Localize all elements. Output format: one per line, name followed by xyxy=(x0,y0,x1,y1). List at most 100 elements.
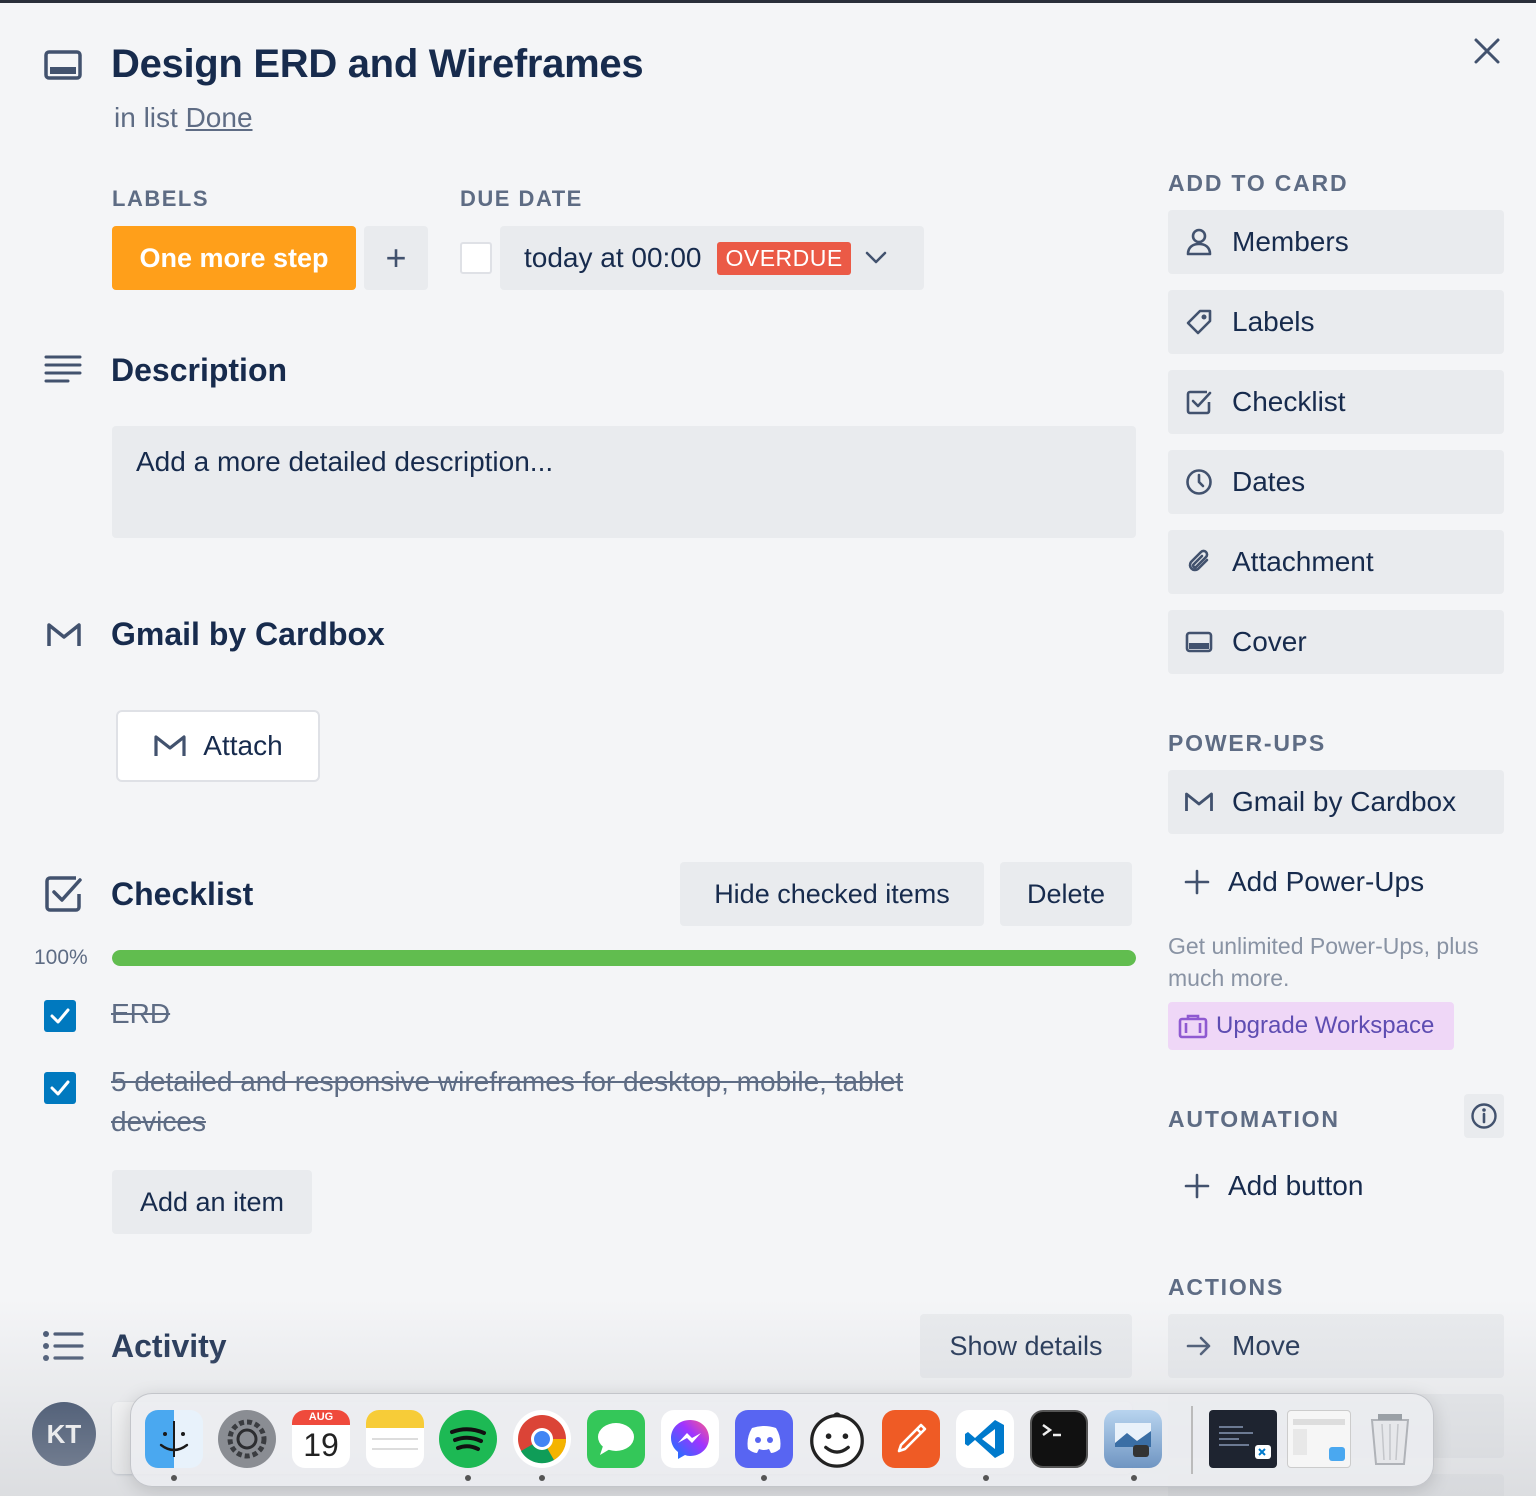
checklist-button[interactable]: Checklist xyxy=(1168,370,1504,434)
gmail-icon xyxy=(46,622,82,648)
preview-icon[interactable] xyxy=(1104,1410,1162,1468)
checklist-heading: Checklist xyxy=(111,876,254,912)
clock-icon xyxy=(1184,467,1214,497)
system-preferences-icon[interactable] xyxy=(218,1410,276,1468)
spotify-icon[interactable] xyxy=(439,1410,497,1468)
due-date-button[interactable]: today at 00:00 OVERDUE xyxy=(500,226,924,290)
checklist-progress-bar xyxy=(112,950,1136,966)
automation-heading: AUTOMATION xyxy=(1168,1106,1340,1132)
attach-label: Attach xyxy=(203,730,283,761)
plus-icon xyxy=(1184,1173,1210,1199)
due-date-heading: DUE DATE xyxy=(460,186,583,211)
labels-heading: LABELS xyxy=(112,186,209,211)
actions-heading: ACTIONS xyxy=(1168,1274,1285,1300)
show-details-button[interactable]: Show details xyxy=(920,1314,1132,1378)
running-indicator xyxy=(539,1475,545,1481)
overdue-badge: OVERDUE xyxy=(717,241,851,275)
vscode-icon[interactable] xyxy=(956,1410,1014,1468)
add-powerups-button[interactable]: Add Power-Ups xyxy=(1168,850,1504,914)
gmail-powerup-button[interactable]: Gmail by Cardbox xyxy=(1168,770,1504,834)
delete-checklist-button[interactable]: Delete xyxy=(1000,862,1132,926)
window-top-border xyxy=(0,0,1536,3)
members-label: Members xyxy=(1232,226,1349,257)
running-indicator xyxy=(761,1475,767,1481)
list-link[interactable]: Done xyxy=(186,102,253,133)
description-editor[interactable]: Add a more detailed description... xyxy=(112,426,1136,538)
automation-info-button[interactable] xyxy=(1464,1094,1504,1138)
add-item-button[interactable]: Add an item xyxy=(112,1170,312,1234)
checklist-item-text[interactable]: 5 detailed and responsive wireframes for… xyxy=(111,1062,991,1142)
notes-icon[interactable] xyxy=(366,1410,424,1468)
check-icon xyxy=(50,1080,70,1096)
attach-button[interactable]: Attach xyxy=(116,710,320,782)
checklist-label: Checklist xyxy=(1232,386,1346,417)
messages-icon[interactable] xyxy=(587,1410,645,1468)
close-icon xyxy=(1468,32,1506,70)
upgrade-workspace-button[interactable]: Upgrade Workspace xyxy=(1168,1002,1454,1050)
finder-window-thumbnail[interactable] xyxy=(1287,1410,1351,1468)
avatar[interactable]: KT xyxy=(32,1402,96,1466)
discord-icon[interactable] xyxy=(735,1410,793,1468)
cover-icon xyxy=(1184,627,1214,657)
dates-button[interactable]: Dates xyxy=(1168,450,1504,514)
hide-checked-button[interactable]: Hide checked items xyxy=(680,862,984,926)
gmail-icon xyxy=(153,734,187,758)
add-powerups-label: Add Power-Ups xyxy=(1228,866,1425,897)
finder-icon[interactable] xyxy=(145,1410,203,1468)
person-icon xyxy=(1184,227,1214,257)
list-breadcrumb: in list Done xyxy=(114,102,253,134)
progress-fill xyxy=(112,950,1136,966)
checklist-progress-percent: 100% xyxy=(34,946,88,969)
briefcase-icon xyxy=(1178,1013,1208,1039)
in-list-prefix: in list xyxy=(114,102,178,133)
due-complete-checkbox[interactable] xyxy=(460,242,492,274)
plus-icon xyxy=(1184,869,1210,895)
checklist-item-text[interactable]: ERD xyxy=(111,994,1011,1034)
vscode-window-thumbnail[interactable] xyxy=(1209,1410,1277,1468)
checklist-item-checkbox[interactable] xyxy=(44,1072,76,1104)
running-indicator xyxy=(171,1475,177,1481)
macos-dock: AUG 19 xyxy=(130,1393,1434,1487)
checkbox-icon xyxy=(1184,387,1214,417)
add-label-button[interactable]: + xyxy=(364,226,428,290)
paperclip-icon xyxy=(1184,547,1214,577)
activity-heading: Activity xyxy=(111,1328,227,1364)
chrome-icon[interactable] xyxy=(513,1410,571,1468)
labels-button[interactable]: Labels xyxy=(1168,290,1504,354)
due-date-value: today at 00:00 xyxy=(524,242,702,273)
add-button-button[interactable]: Add button xyxy=(1168,1154,1504,1218)
description-heading: Description xyxy=(111,352,288,388)
calendar-icon[interactable]: AUG 19 xyxy=(292,1410,350,1468)
move-label: Move xyxy=(1232,1330,1301,1361)
terminal-icon[interactable] xyxy=(1030,1410,1088,1468)
smiley-app-icon[interactable] xyxy=(808,1410,866,1468)
labels-label: Labels xyxy=(1232,306,1315,337)
activity-icon xyxy=(42,1330,84,1362)
powerups-heading: POWER-UPS xyxy=(1168,730,1327,756)
calendar-day: 19 xyxy=(303,1427,339,1463)
gmail-icon xyxy=(1184,787,1214,817)
calendar-month: AUG xyxy=(292,1410,350,1425)
attachment-button[interactable]: Attachment xyxy=(1168,530,1504,594)
checklist-item-checkbox[interactable] xyxy=(44,1000,76,1032)
label-chip[interactable]: One more step xyxy=(112,226,356,290)
add-button-label: Add button xyxy=(1228,1170,1364,1201)
messenger-icon[interactable] xyxy=(661,1410,719,1468)
attachment-label: Attachment xyxy=(1232,546,1374,577)
card-title[interactable]: Design ERD and Wireframes xyxy=(111,42,644,87)
upgrade-label: Upgrade Workspace xyxy=(1216,1012,1435,1039)
arrow-right-icon xyxy=(1184,1331,1214,1361)
promo-text: Get unlimited Power-Ups, plus much more. xyxy=(1168,933,1479,991)
close-button[interactable] xyxy=(1468,32,1506,70)
cover-label: Cover xyxy=(1232,626,1307,657)
running-indicator xyxy=(983,1475,989,1481)
members-button[interactable]: Members xyxy=(1168,210,1504,274)
move-button[interactable]: Move xyxy=(1168,1314,1504,1378)
trash-icon[interactable] xyxy=(1361,1410,1419,1468)
postman-icon[interactable] xyxy=(882,1410,940,1468)
checklist-icon xyxy=(44,874,84,914)
dates-label: Dates xyxy=(1232,466,1306,497)
running-indicator xyxy=(1131,1475,1137,1481)
description-icon xyxy=(44,354,82,384)
cover-button[interactable]: Cover xyxy=(1168,610,1504,674)
